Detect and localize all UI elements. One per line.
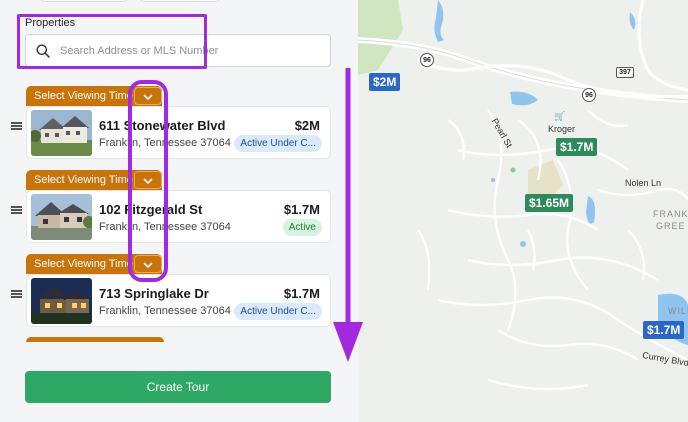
map-view[interactable]: 96 96 397 $2M $1.7M $1.65M $1.7M Kroger … — [358, 0, 688, 422]
map-place-label: Kroger — [548, 124, 576, 134]
scroll-down-arrow-icon — [333, 68, 363, 362]
property-address: 713 Springlake Dr — [99, 286, 209, 301]
drag-handle-icon[interactable] — [11, 122, 22, 130]
drag-handle-icon[interactable] — [11, 206, 22, 214]
property-photo — [31, 278, 92, 324]
route-shield-icon: 96 — [420, 53, 434, 67]
drag-handle-icon[interactable] — [11, 290, 22, 298]
properties-panel: Properties Select Viewing Time 6 — [0, 0, 358, 422]
map-price-pin[interactable]: $1.7M — [643, 321, 685, 339]
map-area-label: WILL — [668, 306, 688, 316]
property-city: Franklin, Tennessee 37064 — [99, 305, 231, 317]
map-canvas — [358, 0, 688, 391]
create-tour-button[interactable]: Create Tour — [25, 371, 331, 403]
property-card[interactable]: 611 Stonewater Blvd Franklin, Tennessee … — [26, 106, 331, 159]
select-viewing-time-label: Select Viewing Time — [34, 90, 133, 102]
top-tab-stub[interactable] — [40, 0, 128, 2]
select-viewing-time-label: Select Viewing Time — [34, 258, 133, 270]
map-area-label: FRANK — [653, 209, 688, 219]
property-price: $2M — [294, 118, 320, 133]
property-price: $1.7M — [283, 286, 320, 301]
status-badge: Active Under C... — [234, 135, 322, 152]
property-photo — [31, 110, 92, 156]
map-area-label: GREE — [656, 221, 686, 231]
property-photo — [31, 194, 92, 240]
route-shield-icon: 96 — [582, 88, 596, 102]
property-price: $1.7M — [283, 202, 320, 217]
status-badge: Active — [282, 219, 322, 236]
top-tab-stub[interactable] — [140, 0, 220, 2]
map-price-pin[interactable]: $1.7M — [556, 138, 598, 156]
status-badge: Active Under C... — [234, 303, 322, 320]
shopping-cart-icon: 🛒 — [554, 111, 566, 121]
map-price-pin[interactable]: $2M — [369, 73, 401, 91]
select-viewing-time-label: Select Viewing Time — [34, 174, 133, 186]
map-price-pin[interactable]: $1.65M — [525, 194, 574, 212]
annotation-highlight-box — [17, 14, 207, 69]
map-street-label: Nolen Ln — [625, 178, 662, 188]
annotation-highlight-box — [128, 80, 168, 282]
property-card[interactable]: 713 Springlake Dr Franklin, Tennessee 37… — [26, 274, 331, 327]
route-shield-icon: 397 — [616, 67, 634, 78]
property-card[interactable]: 102 Fitzgerald St Franklin, Tennessee 37… — [26, 190, 331, 243]
